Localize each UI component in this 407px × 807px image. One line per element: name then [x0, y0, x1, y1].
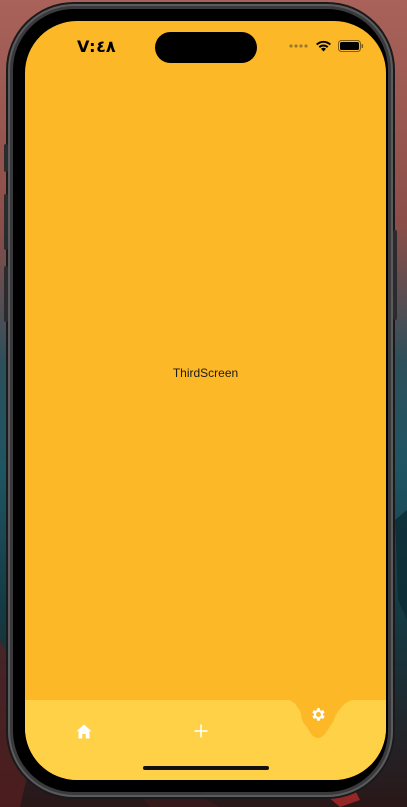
- wifi-icon: [316, 40, 331, 52]
- volume-up-button: [4, 194, 8, 250]
- action-button: [4, 144, 8, 172]
- home-indicator[interactable]: [143, 766, 269, 770]
- phone-frame: V:٤٨ ThirdScreen: [4, 4, 397, 797]
- curved-bottom-navigation: [25, 697, 386, 780]
- plus-icon: [194, 724, 208, 738]
- power-button: [393, 230, 397, 320]
- app-screen: V:٤٨ ThirdScreen: [25, 21, 386, 780]
- screen-title: ThirdScreen: [172, 366, 239, 380]
- dynamic-island: [155, 32, 257, 63]
- nav-settings-button[interactable]: [301, 697, 335, 731]
- gear-icon: [311, 707, 325, 721]
- status-time: V:٤٨: [77, 37, 116, 56]
- status-icons: [289, 40, 364, 52]
- cellular-signal-icon: [289, 44, 308, 48]
- nav-home-button[interactable]: [67, 714, 101, 748]
- volume-down-button: [4, 266, 8, 322]
- nav-add-button[interactable]: [184, 714, 218, 748]
- phone-bezel: V:٤٨ ThirdScreen: [13, 9, 388, 792]
- home-icon: [76, 724, 92, 738]
- status-bar: V:٤٨: [25, 21, 386, 75]
- battery-icon: [338, 40, 364, 52]
